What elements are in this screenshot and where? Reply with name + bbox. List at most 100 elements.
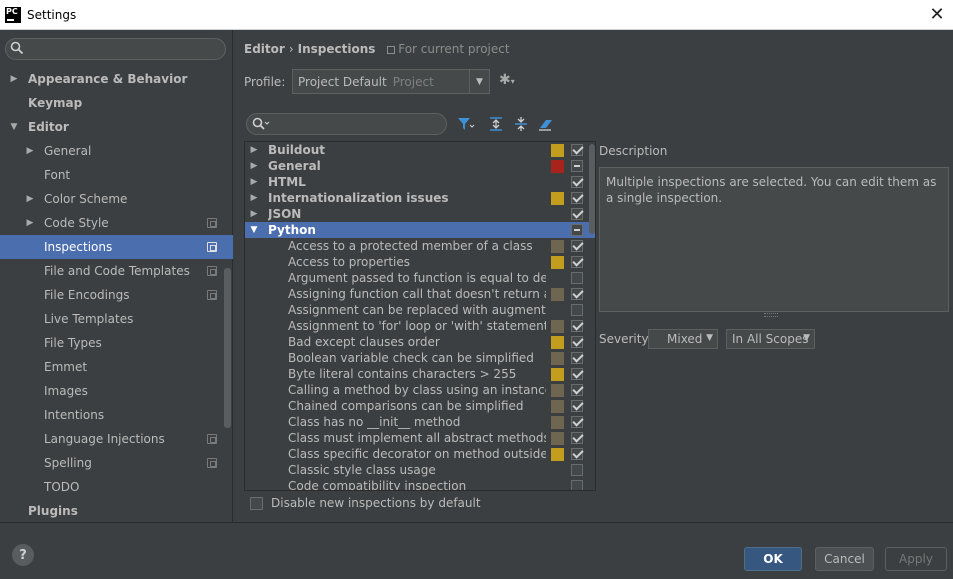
chevron-right-icon[interactable]: ▶ — [24, 139, 36, 163]
sidebar-item-font[interactable]: Font — [0, 163, 233, 187]
collapse-all-icon[interactable] — [512, 115, 530, 133]
inspection-enabled-checkbox[interactable] — [571, 400, 583, 412]
inspection-group-row[interactable]: ▶ Internationalization issues — [245, 190, 595, 206]
cancel-button[interactable]: Cancel — [815, 547, 874, 571]
inspection-enabled-checkbox[interactable] — [571, 288, 583, 300]
sidebar-item-general[interactable]: ▶ General — [0, 139, 233, 163]
chevron-right-icon[interactable]: ▶ — [249, 142, 259, 158]
profile-select[interactable]: Project Default Project ▼ — [292, 69, 490, 94]
chevron-right-icon[interactable]: ▶ — [249, 158, 259, 174]
sidebar-item-language-injections[interactable]: Language Injections — [0, 427, 233, 451]
inspection-group-row[interactable]: ▼ Python — [245, 222, 595, 238]
chevron-right-icon[interactable]: ▶ — [249, 190, 259, 206]
close-icon[interactable]: ✕ — [925, 2, 949, 26]
sidebar-item-label: Live Templates — [44, 312, 134, 326]
sidebar-item-inspections[interactable]: Inspections — [0, 235, 233, 259]
sidebar-item-editor[interactable]: ▼ Editor — [0, 115, 233, 139]
sidebar-item-label: Appearance & Behavior — [28, 72, 188, 86]
disable-new-inspections-row[interactable]: Disable new inspections by default — [250, 496, 481, 510]
inspection-enabled-checkbox[interactable] — [571, 320, 583, 332]
inspection-row[interactable]: Bad except clauses order — [245, 334, 595, 350]
splitter-grip[interactable] — [764, 313, 778, 317]
sidebar-item-images[interactable]: Images — [0, 379, 233, 403]
inspection-group-row[interactable]: ▶ General — [245, 158, 595, 174]
sidebar-item-file-encodings[interactable]: File Encodings — [0, 283, 233, 307]
chevron-right-icon[interactable]: ▶ — [24, 187, 36, 211]
inspection-enabled-checkbox[interactable] — [571, 160, 583, 172]
inspection-enabled-checkbox[interactable] — [571, 192, 583, 204]
inspection-group-row[interactable]: ▶ Buildout — [245, 142, 595, 158]
inspection-enabled-checkbox[interactable] — [571, 176, 583, 188]
sidebar-item-intentions[interactable]: Intentions — [0, 403, 233, 427]
inspection-row[interactable]: Chained comparisons can be simplified — [245, 398, 595, 414]
inspection-enabled-checkbox[interactable] — [571, 448, 583, 460]
chevron-right-icon[interactable]: ▶ — [24, 211, 36, 235]
inspection-row[interactable]: Assignment to 'for' loop or 'with' state… — [245, 318, 595, 334]
reset-to-default-icon[interactable] — [537, 115, 555, 133]
inspection-enabled-checkbox[interactable] — [571, 208, 583, 220]
gear-icon[interactable]: ✱▾ — [499, 72, 515, 88]
inspection-row[interactable]: Assigning function call that doesn't ret… — [245, 286, 595, 302]
chevron-right-icon[interactable]: ▶ — [8, 67, 20, 91]
inspection-name: Calling a method by class using an insta… — [288, 383, 546, 397]
chevron-down-icon[interactable]: ▼ — [249, 222, 259, 238]
inspection-enabled-checkbox[interactable] — [571, 304, 583, 316]
chevron-down-icon[interactable]: ▼ — [469, 70, 489, 93]
expand-all-icon[interactable] — [487, 115, 505, 133]
inspection-row[interactable]: Argument passed to function is equal to … — [245, 270, 595, 286]
inspection-row[interactable]: Boolean variable check can be simplified — [245, 350, 595, 366]
inspection-row[interactable]: Assignment can be replaced with augmente… — [245, 302, 595, 318]
inspection-row[interactable]: Class specific decorator on method outsi… — [245, 446, 595, 462]
inspection-enabled-checkbox[interactable] — [571, 432, 583, 444]
inspection-group-row[interactable]: ▶ HTML — [245, 174, 595, 190]
inspection-enabled-checkbox[interactable] — [571, 480, 583, 490]
inspection-enabled-checkbox[interactable] — [571, 352, 583, 364]
chevron-right-icon[interactable]: ▶ — [249, 174, 259, 190]
disable-new-inspections-checkbox[interactable] — [250, 496, 263, 510]
sidebar-item-live-templates[interactable]: Live Templates — [0, 307, 233, 331]
chevron-down-icon[interactable]: ▼ — [8, 115, 20, 139]
sidebar-item-code-style[interactable]: ▶ Code Style — [0, 211, 233, 235]
sidebar-item-color-scheme[interactable]: ▶ Color Scheme — [0, 187, 233, 211]
sidebar-item-keymap[interactable]: Keymap — [0, 91, 233, 115]
help-icon[interactable]: ? — [12, 544, 34, 566]
inspection-row[interactable]: Code compatibility inspection — [245, 478, 595, 490]
inspection-enabled-checkbox[interactable] — [571, 336, 583, 348]
inspection-enabled-checkbox[interactable] — [571, 240, 583, 252]
sidebar-item-todo[interactable]: TODO — [0, 475, 233, 499]
inspection-enabled-checkbox[interactable] — [571, 464, 583, 476]
sidebar-item-spelling[interactable]: Spelling — [0, 451, 233, 475]
inspection-row[interactable]: Access to a protected member of a class — [245, 238, 595, 254]
inspection-row[interactable]: Classic style class usage — [245, 462, 595, 478]
settings-search-input[interactable] — [5, 38, 226, 60]
sidebar-item-file-types[interactable]: File Types — [0, 331, 233, 355]
ok-button[interactable]: OK — [744, 547, 802, 571]
sidebar-item-appearance-behavior[interactable]: ▶ Appearance & Behavior — [0, 67, 233, 91]
inspection-group-row[interactable]: ▶ JSON — [245, 206, 595, 222]
inspection-name: Buildout — [268, 143, 326, 157]
scope-select[interactable]: In All Scopes ▼ — [726, 329, 815, 349]
inspection-enabled-checkbox[interactable] — [571, 224, 583, 236]
inspection-enabled-checkbox[interactable] — [571, 256, 583, 268]
apply-button[interactable]: Apply — [885, 547, 947, 571]
inspection-enabled-checkbox[interactable] — [571, 384, 583, 396]
sidebar-item-emmet[interactable]: Emmet — [0, 355, 233, 379]
inspections-scrollbar[interactable] — [589, 144, 595, 234]
severity-select[interactable]: Mixed ▼ — [648, 329, 718, 349]
inspection-row[interactable]: Calling a method by class using an insta… — [245, 382, 595, 398]
inspection-row[interactable]: Byte literal contains characters > 255 — [245, 366, 595, 382]
inspection-enabled-checkbox[interactable] — [571, 416, 583, 428]
sidebar-item-plugins[interactable]: Plugins — [0, 499, 233, 523]
inspection-enabled-checkbox[interactable] — [571, 144, 583, 156]
filter-icon[interactable] — [457, 115, 475, 133]
chevron-right-icon[interactable]: ▶ — [249, 206, 259, 222]
inspection-enabled-checkbox[interactable] — [571, 272, 583, 284]
inspection-row[interactable]: Class must implement all abstract method… — [245, 430, 595, 446]
inspection-row[interactable]: Class has no __init__ method — [245, 414, 595, 430]
sidebar-item-file-and-code-templates[interactable]: File and Code Templates — [0, 259, 233, 283]
inspection-enabled-checkbox[interactable] — [571, 368, 583, 380]
inspection-row[interactable]: Access to properties — [245, 254, 595, 270]
sidebar-scrollbar[interactable] — [224, 268, 231, 428]
inspections-search-input[interactable] — [246, 113, 447, 135]
inspection-name: Chained comparisons can be simplified — [288, 399, 524, 413]
